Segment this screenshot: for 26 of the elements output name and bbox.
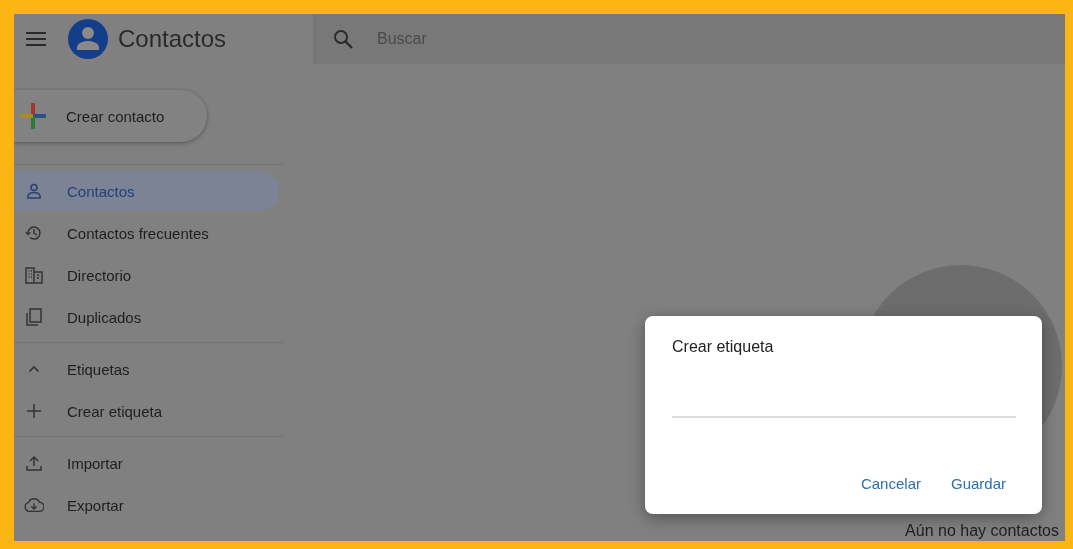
caret-icon [28,365,40,373]
search-icon [333,29,353,49]
sidebar-item[interactable]: Crear etiqueta [14,391,279,431]
plus-icon [20,103,46,129]
dialog-title: Crear etiqueta [672,338,775,356]
create-contact-button[interactable]: Crear contacto [14,90,207,142]
person-logo-icon [68,19,108,59]
history-icon [25,224,43,242]
building-icon [25,266,43,284]
sidebar-item[interactable]: Exportar [14,485,279,525]
app-title: Contactos [118,25,227,53]
cloud-download-icon [24,497,44,513]
section-header[interactable]: Etiquetas [14,349,279,389]
sidebar-item[interactable]: Duplicados [14,297,279,337]
sidebar-item[interactable]: Contactos [14,171,279,211]
cancel-button[interactable]: Cancelar [850,467,931,500]
menu-icon[interactable] [26,32,46,46]
person-icon [26,183,42,199]
sidebar-item[interactable]: Importar [14,443,279,483]
sidebar-item[interactable]: Directorio [14,255,279,295]
upload-icon [26,455,42,471]
copy-icon [25,308,43,326]
sidebar-item[interactable]: Contactos frecuentes [14,213,279,253]
plus-icon [27,404,41,418]
empty-state-text: Aún no hay contactos [905,522,1059,540]
save-button[interactable]: Guardar [940,467,1016,500]
